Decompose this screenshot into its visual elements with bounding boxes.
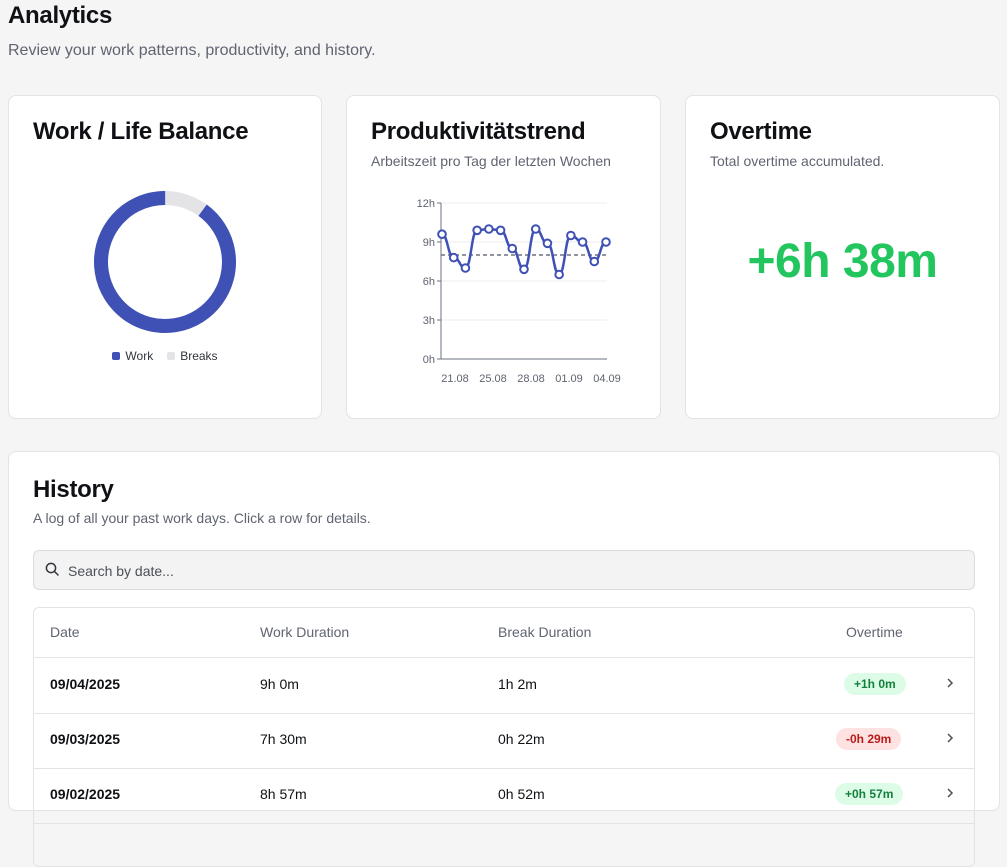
productivity-trend-card: Produktivitätstrend Arbeitszeit pro Tag …: [346, 95, 661, 419]
data-point: [507, 243, 518, 254]
column-header-date: Date: [50, 624, 80, 640]
card-title: Produktivitätstrend: [371, 118, 586, 145]
legend-item-breaks: Breaks: [167, 349, 218, 363]
legend-swatch: [167, 352, 176, 360]
data-point: [589, 256, 600, 267]
chevron-right-icon: [947, 678, 954, 688]
row-work-duration: 8h 57m: [260, 786, 307, 802]
card-title: Overtime: [710, 118, 812, 145]
data-point: [460, 263, 471, 273]
x-tick-label: 04.09: [593, 373, 621, 385]
search-box: [33, 550, 975, 591]
row-date: 09/04/2025: [50, 676, 121, 692]
legend-label: Work: [125, 349, 154, 363]
history-card: History A log of all your past work days…: [8, 451, 1000, 867]
row-break-duration: 0h 52m: [498, 786, 545, 802]
x-tick-label: 25.08: [479, 373, 507, 385]
card-title: History: [33, 476, 114, 503]
column-header-work-duration: Work Duration: [260, 624, 350, 640]
overtime-badge: +1h 0m: [844, 673, 906, 695]
work-life-balance-card: Work / Life Balance Work Breaks: [8, 95, 322, 419]
row-break-duration: 0h 22m: [498, 731, 545, 747]
legend-label: Breaks: [180, 349, 218, 363]
card-description: Arbeitszeit pro Tag der letzten Wochen: [371, 153, 611, 169]
overtime-total: +6h 38m: [747, 235, 938, 288]
data-point: [437, 229, 447, 240]
search-input[interactable]: [66, 551, 950, 591]
row-work-duration: 9h 0m: [260, 676, 299, 692]
donut-chart: [93, 191, 236, 333]
data-point: [577, 237, 588, 247]
column-header-break-duration: Break Duration: [498, 624, 592, 640]
table-row[interactable]: 09/04/2025 9h 0m 1h 2m +1h 0m: [34, 658, 974, 714]
data-point: [554, 269, 564, 280]
y-tick-label: 6h: [423, 276, 435, 288]
trend-line-chart: 12h 9h 6h 3h 0h 21.08 25.08 28.08 01.09 04.09: [417, 198, 621, 385]
row-date: 09/03/2025: [50, 731, 121, 747]
y-tick-label: 9h: [423, 237, 435, 249]
chevron-right-icon: [947, 788, 954, 798]
column-header-overtime: Overtime: [846, 624, 903, 640]
data-point: [530, 224, 541, 234]
chevron-right-icon: [947, 733, 954, 743]
data-point: [495, 225, 506, 236]
overtime-card: Overtime Total overtime accumulated. +6h…: [685, 95, 1000, 419]
card-description: A log of all your past work days. Click …: [33, 510, 371, 526]
data-point: [448, 252, 459, 263]
legend-item-work: Work: [112, 349, 153, 363]
donut-work-segment: [93, 191, 236, 333]
row-work-duration: 7h 30m: [260, 731, 307, 747]
donut-legend: Work Breaks: [9, 349, 321, 363]
history-table: Date Work Duration Break Duration Overti…: [33, 607, 975, 867]
page-title: Analytics: [8, 2, 113, 29]
search-icon: [45, 562, 59, 576]
data-point: [484, 224, 494, 234]
overtime-badge: -0h 29m: [836, 728, 902, 750]
page-subtitle: Review your work patterns, productivity,…: [8, 42, 376, 59]
data-point: [566, 230, 576, 241]
table-row[interactable]: 09/02/2025 8h 57m 0h 52m +0h 57m: [34, 768, 974, 824]
row-break-duration: 1h 2m: [498, 676, 537, 692]
x-tick-label: 21.08: [441, 373, 469, 385]
y-tick-label: 12h: [417, 198, 435, 210]
row-date: 09/02/2025: [50, 786, 121, 802]
data-point: [472, 225, 482, 236]
data-point: [519, 264, 529, 275]
data-point: [542, 238, 553, 249]
legend-swatch: [112, 352, 121, 360]
data-point: [601, 237, 611, 247]
table-header: Date Work Duration Break Duration Overti…: [34, 608, 974, 658]
y-tick-label: 3h: [423, 315, 435, 327]
overtime-badge: +0h 57m: [835, 783, 904, 805]
y-tick-label: 0h: [423, 354, 435, 366]
card-description: Total overtime accumulated.: [710, 153, 885, 169]
x-tick-label: 28.08: [517, 373, 545, 385]
x-tick-label: 01.09: [555, 373, 583, 385]
table-row[interactable]: 09/03/2025 7h 30m 0h 22m -0h 29m: [34, 713, 974, 769]
